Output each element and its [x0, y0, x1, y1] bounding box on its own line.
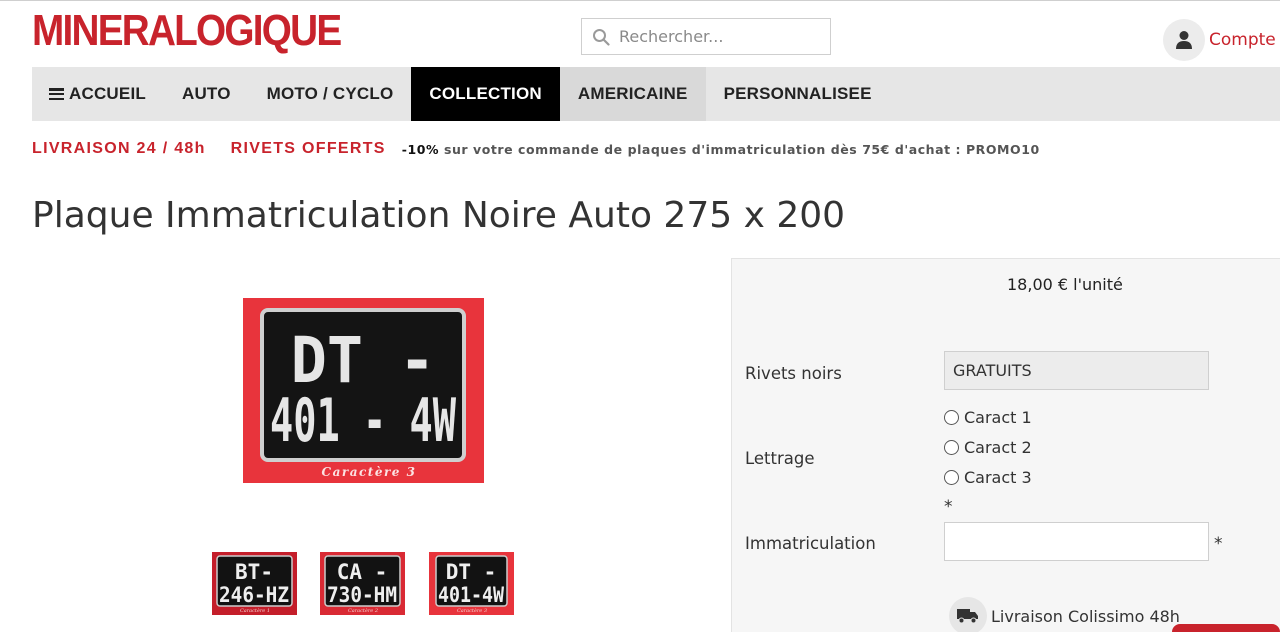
main-nav: ACCUEIL AUTO MOTO / CYCLO COLLECTION AME… [32, 67, 1280, 121]
immatriculation-field[interactable] [944, 522, 1209, 561]
promo-bar: LIVRAISON 24 / 48h RIVETS OFFERTS -10% s… [32, 140, 1040, 158]
radio-label[interactable]: Caract 3 [964, 468, 1032, 487]
radio-label[interactable]: Caract 1 [964, 408, 1032, 427]
chat-widget-tab[interactable] [1172, 624, 1280, 632]
thumb-caption: Caractère 1 [240, 607, 270, 614]
thumb-line-2: 730-HM [327, 583, 397, 607]
radio-button[interactable] [944, 470, 959, 485]
nav-item-accueil[interactable]: ACCUEIL [32, 67, 164, 121]
thumbnail[interactable]: DT - 401-4W Caractère 3 [429, 552, 514, 615]
immatriculation-label: Immatriculation [745, 534, 876, 553]
thumb-line-2: 401-4W [438, 583, 504, 607]
account-label[interactable]: Compte [1209, 30, 1276, 50]
radio-label[interactable]: Caract 2 [964, 438, 1032, 457]
menu-icon [49, 88, 64, 100]
thumb-line-1: CA - [337, 560, 388, 584]
account-link[interactable]: Compte [1163, 18, 1276, 62]
nav-item-auto[interactable]: AUTO [164, 67, 249, 121]
nav-item-moto-cyclo[interactable]: MOTO / CYCLO [249, 67, 412, 121]
thumb-caption: Caractère 2 [348, 607, 378, 614]
price-unit: l'unité [1073, 275, 1123, 294]
thumb-line-2: 246-HZ [219, 583, 289, 607]
thumbnail[interactable]: CA - 730-HM Caractère 2 [320, 552, 405, 615]
nav-item-americaine[interactable]: AMERICAINE [559, 67, 706, 121]
promo-rivets: RIVETS OFFERTS [230, 140, 386, 157]
plate-line-2: 401 - 4W [270, 386, 457, 456]
radio-button[interactable] [944, 440, 959, 455]
price-value: 18,00 € [1007, 275, 1069, 294]
rivets-label: Rivets noirs [745, 364, 842, 383]
plate-caption: Caractère 3 [322, 465, 417, 479]
thumbnail[interactable]: BT- 246-HZ Caractère 1 [212, 552, 297, 615]
nav-label: ACCUEIL [69, 84, 146, 103]
product-main-image[interactable]: DT - 401 - 4W Caractère 3 [243, 298, 484, 483]
rivets-field: GRATUITS [944, 351, 1209, 390]
truck-icon [949, 597, 987, 632]
lettering-option-3[interactable]: Caract 3 [944, 468, 1032, 487]
required-mark: * [944, 497, 953, 517]
lettering-option-2[interactable]: Caract 2 [944, 438, 1032, 457]
promo-discount: -10% sur votre commande de plaques d'imm… [402, 142, 1040, 157]
shipping-label: Livraison Colissimo 48h [991, 606, 1180, 626]
search-icon[interactable] [592, 28, 610, 46]
immatriculation-input[interactable] [945, 523, 1208, 560]
promo-discount-percent: -10% [401, 141, 440, 157]
site-logo[interactable]: MINERALOGIQUE [32, 6, 342, 56]
nav-item-personnalisee[interactable]: PERSONNALISEE [706, 67, 890, 121]
search-box[interactable] [581, 18, 831, 55]
lettering-label: Lettrage [745, 449, 815, 468]
promo-delivery: LIVRAISON 24 / 48h [32, 140, 206, 157]
thumb-line-1: BT- [235, 560, 273, 584]
top-border [0, 0, 1280, 1]
user-icon [1176, 31, 1192, 49]
nav-item-collection[interactable]: COLLECTION [411, 67, 560, 121]
promo-discount-text: sur votre commande de plaques d'immatric… [439, 141, 1040, 157]
required-mark: * [1214, 534, 1223, 554]
lettering-option-1[interactable]: Caract 1 [944, 408, 1032, 427]
avatar[interactable] [1163, 19, 1205, 61]
thumb-caption: Caractère 3 [457, 607, 487, 614]
product-options-panel: 18,00 € l'unité Rivets noirs GRATUITS Le… [731, 258, 1280, 632]
radio-button[interactable] [944, 410, 959, 425]
search-input[interactable] [619, 19, 824, 54]
shipping-info: Livraison Colissimo 48h [949, 597, 1180, 632]
product-title: Plaque Immatriculation Noire Auto 275 x … [32, 195, 846, 236]
unit-price: 18,00 € l'unité [1007, 275, 1123, 294]
thumb-line-1: DT - [446, 560, 497, 584]
